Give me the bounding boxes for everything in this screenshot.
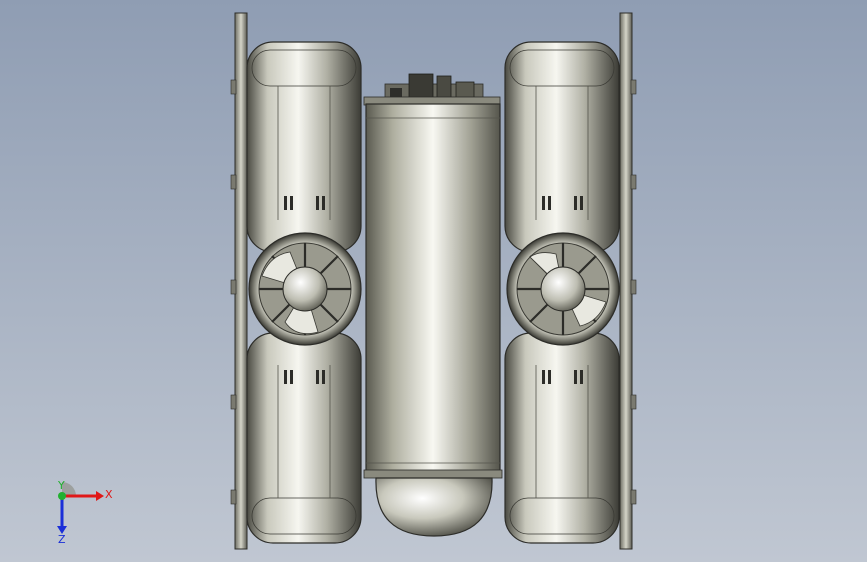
dome-cap (375, 477, 493, 537)
graphics-viewport[interactable]: X Y Z (0, 0, 867, 562)
right-upper-float-tank (504, 41, 620, 253)
y-axis-dot (58, 492, 66, 500)
x-axis-label: X (105, 488, 113, 501)
left-thruster (248, 232, 362, 346)
right-lower-float-tank (504, 332, 620, 544)
z-axis-label: Z (58, 533, 66, 546)
left-upper-float-tank (246, 41, 362, 253)
coordinate-triad: X Y Z (48, 479, 118, 546)
x-axis-arrowhead (96, 491, 104, 501)
right-thruster (506, 232, 620, 346)
rov-model[interactable] (0, 0, 867, 562)
y-axis-label: Y (58, 479, 65, 492)
electronics-housing (363, 73, 501, 106)
central-pressure-cylinder (363, 103, 503, 479)
left-frame-plate (230, 12, 248, 550)
right-frame-plate (619, 12, 637, 550)
left-lower-float-tank (246, 332, 362, 544)
